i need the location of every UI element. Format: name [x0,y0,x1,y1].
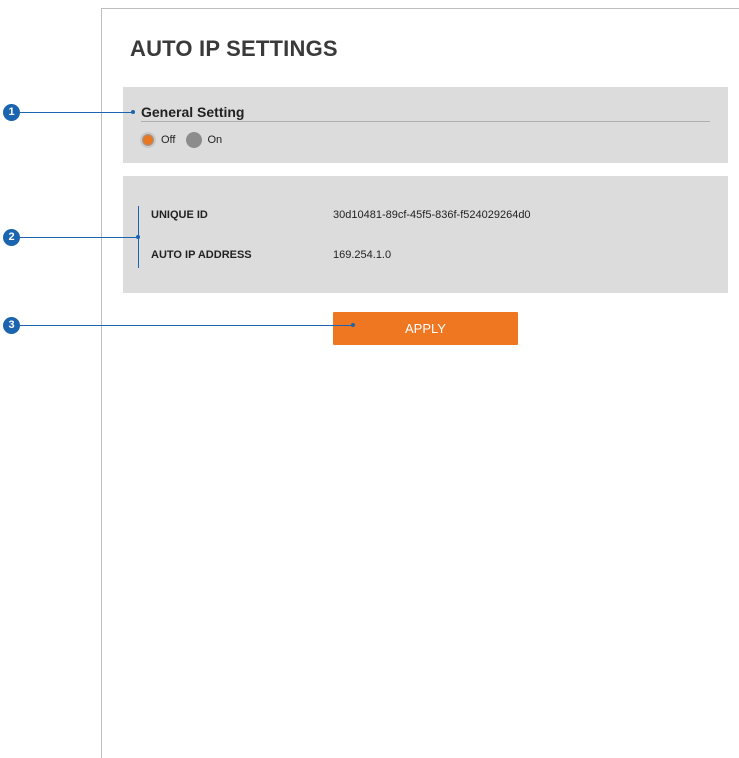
callout-2-badge: 2 [3,229,20,246]
general-setting-section: General Setting Off On [123,87,728,163]
unique-id-label: UNIQUE ID [151,209,208,221]
general-setting-divider [141,121,710,122]
callout-3-badge: 3 [3,317,20,334]
auto-ip-toggle: Off On [140,132,233,148]
callout-2-leader [20,237,139,238]
callout-3-dot [351,323,355,327]
auto-ip-address-label: AUTO IP ADDRESS [151,249,252,261]
callout-1-leader [20,112,133,113]
off-radio[interactable] [140,132,156,148]
unique-id-value: 30d10481-89cf-45f5-836f-f524029264d0 [333,209,531,221]
callout-2-dot [136,235,140,239]
off-radio-label[interactable]: Off [161,134,175,146]
on-radio[interactable] [186,132,203,148]
callout-3-leader [20,325,353,326]
callout-1-badge: 1 [3,104,20,121]
auto-ip-address-value: 169.254.1.0 [333,249,392,261]
auto-ip-info-section: UNIQUE ID 30d10481-89cf-45f5-836f-f52402… [123,176,728,293]
callout-1-dot [131,110,135,114]
page-title: AUTO IP SETTINGS [130,36,338,61]
general-setting-title: General Setting [141,104,245,120]
on-radio-label[interactable]: On [207,134,222,146]
apply-button[interactable]: APPLY [333,312,518,345]
